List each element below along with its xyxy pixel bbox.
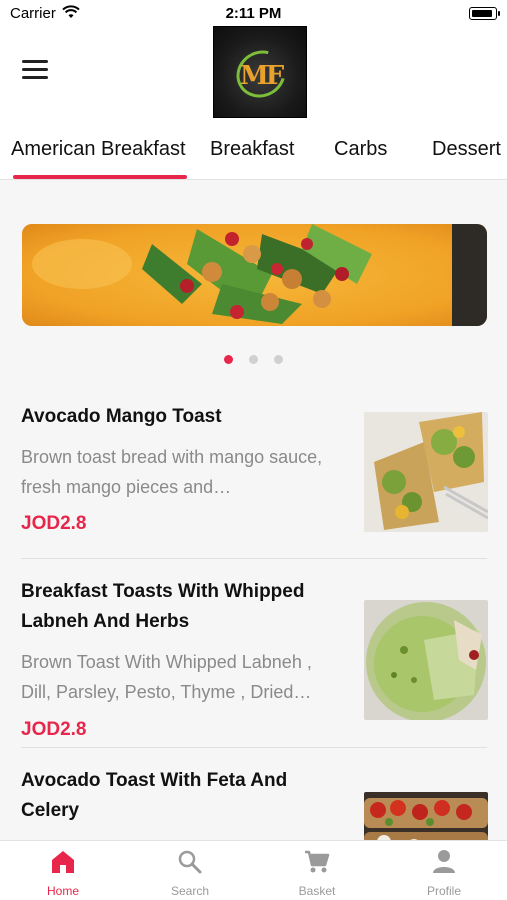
product-price: JOD2.8: [21, 719, 87, 740]
carousel-dot-3[interactable]: [274, 355, 284, 364]
nav-search[interactable]: Search: [127, 841, 253, 900]
tab-breakfast[interactable]: Breakfast: [210, 138, 294, 161]
avocado-toast-photo: [364, 412, 488, 532]
clock: 2:11 PM: [225, 5, 282, 22]
nav-label: Basket: [298, 884, 336, 898]
carousel-pagination: [0, 351, 507, 369]
brand-logo: MF: [213, 26, 307, 118]
nav-label: Profile: [426, 884, 461, 898]
tab-dessert[interactable]: Dessert: [432, 138, 501, 161]
app-header: MF: [0, 26, 507, 126]
labneh-toast-photo: [364, 600, 488, 720]
product-description: Brown Toast With Whipped Labneh , Dill, …: [21, 652, 312, 702]
product-image: [364, 600, 488, 720]
menu-line: [22, 76, 48, 79]
promo-banner[interactable]: [22, 224, 487, 326]
nav-home[interactable]: Home: [0, 841, 126, 900]
product-name: Avocado Toast With Feta And Celery: [21, 770, 288, 821]
battery-icon: [469, 7, 500, 20]
bottom-tab-bar: Home Search Basket Profile: [0, 840, 507, 900]
home-icon: [52, 851, 74, 873]
tab-american-breakfast[interactable]: American Breakfast: [11, 138, 186, 161]
search-icon: [178, 850, 202, 874]
active-tab-indicator: [13, 175, 187, 179]
nav-profile[interactable]: Profile: [381, 841, 507, 900]
nav-basket[interactable]: Basket: [254, 841, 380, 900]
product-price: JOD2.8: [21, 513, 87, 534]
product-name: Avocado Mango Toast: [21, 406, 222, 427]
hamburger-menu-button[interactable]: [22, 60, 48, 82]
menu-line: [22, 68, 48, 71]
cart-icon: [305, 850, 330, 873]
carousel-dot-1[interactable]: [223, 355, 233, 364]
nav-label: Home: [46, 884, 79, 898]
product-name: Breakfast Toasts With Whipped Labneh And…: [21, 581, 305, 632]
list-divider: [21, 558, 487, 559]
app-screen: Carrier 2:11 PM MF American Breakfast Br…: [0, 0, 507, 900]
nav-label: Search: [170, 884, 210, 898]
status-bar: Carrier 2:11 PM: [0, 0, 507, 26]
menu-line: [22, 60, 48, 63]
product-description: Brown toast bread with mango sauce, fres…: [21, 447, 323, 497]
list-divider: [21, 747, 487, 748]
carousel-dot-2[interactable]: [249, 355, 258, 364]
product-image: [364, 412, 488, 532]
category-tabs: American Breakfast Breakfast Carbs Desse…: [0, 126, 507, 180]
tab-carbs[interactable]: Carbs: [334, 138, 387, 161]
logo-lettering: MF: [240, 61, 284, 91]
profile-icon: [433, 850, 455, 873]
banner-food-image: [22, 224, 487, 326]
